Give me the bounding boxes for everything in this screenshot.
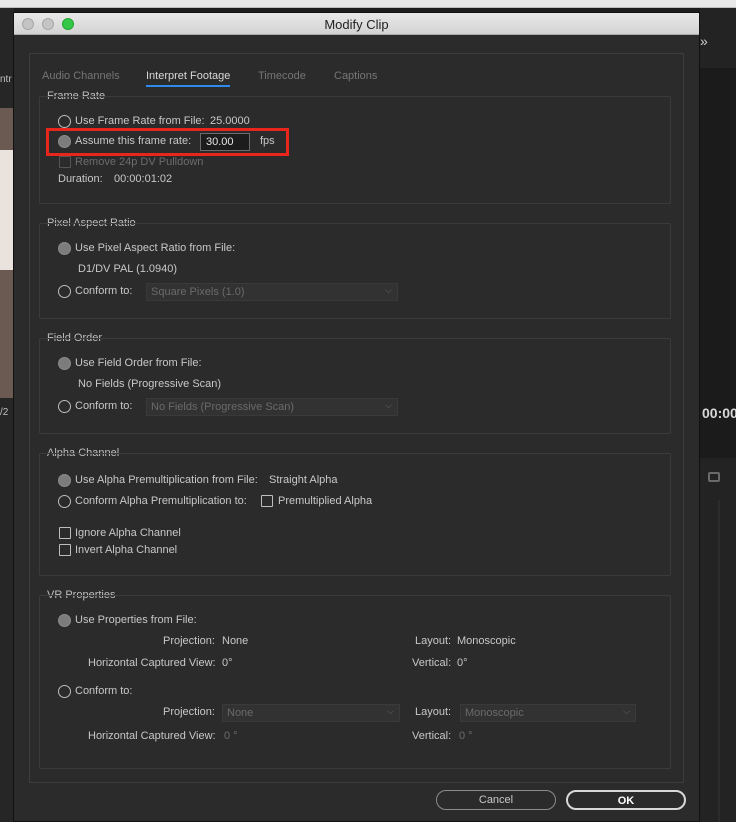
premultiplied-alpha-checkbox[interactable] <box>261 495 273 507</box>
use-alpha-from-file-label: Use Alpha Premultiplication from File: <box>75 474 258 486</box>
ok-button[interactable]: OK <box>566 790 686 810</box>
pixel-aspect-conform-radio[interactable] <box>58 285 71 298</box>
vr-conform-projection-select[interactable]: None ⌵ <box>222 704 400 722</box>
vr-conform-layout-label: Layout: <box>415 706 452 718</box>
vr-conform-vertical-value[interactable]: 0 ° <box>459 730 473 742</box>
chevron-down-icon: ⌵ <box>623 706 630 716</box>
background-program-monitor <box>700 68 736 458</box>
field-order-conform-radio[interactable] <box>58 400 71 413</box>
ignore-alpha-checkbox[interactable] <box>59 527 71 539</box>
background-timecode: 00:00 <box>702 405 736 421</box>
use-pixel-aspect-from-file-label: Use Pixel Aspect Ratio from File: <box>75 242 236 254</box>
invert-alpha-checkbox[interactable] <box>59 544 71 556</box>
file-frame-rate-value: 25.0000 <box>210 115 250 127</box>
duration-label: Duration: <box>58 173 103 185</box>
use-frame-rate-from-file-radio[interactable] <box>58 115 71 128</box>
background-timeline <box>700 500 736 822</box>
conform-alpha-radio[interactable] <box>58 495 71 508</box>
invert-alpha-label: Invert Alpha Channel <box>75 544 178 556</box>
tab-timecode[interactable]: Timecode <box>258 70 306 82</box>
tab-interpret-footage[interactable]: Interpret Footage <box>146 70 231 87</box>
vr-vertical-label: Vertical: <box>412 657 452 669</box>
vr-conform-hcv-label: Horizontal Captured View: <box>88 730 216 742</box>
tab-audio-channels[interactable]: Audio Channels <box>42 70 120 82</box>
vr-conform-hcv-value[interactable]: 0 ° <box>224 730 238 742</box>
premultiplied-alpha-label: Premultiplied Alpha <box>278 495 373 507</box>
remove-pulldown-checkbox[interactable] <box>59 156 71 168</box>
vr-hcv-label: Horizontal Captured View: <box>88 657 216 669</box>
vr-conform-layout-select[interactable]: Monoscopic ⌵ <box>460 704 636 722</box>
chevron-down-icon: ⌵ <box>385 285 392 295</box>
field-order-conform-select[interactable]: No Fields (Progressive Scan) ⌵ <box>146 398 398 416</box>
alpha-file-value: Straight Alpha <box>269 474 338 486</box>
duration-value: 00:00:01:02 <box>114 173 173 185</box>
remove-pulldown-label: Remove 24p DV Pulldown <box>75 156 204 168</box>
panel-overflow-chevron-icon[interactable]: » <box>700 33 708 49</box>
chevron-down-icon: ⌵ <box>385 400 392 410</box>
alpha-channel-group <box>39 453 671 576</box>
pixel-aspect-conform-label: Conform to: <box>75 285 133 297</box>
field-order-file-value: No Fields (Progressive Scan) <box>78 378 222 390</box>
modify-clip-dialog: Modify Clip Audio Channels Interpret Foo… <box>13 12 700 822</box>
vr-projection-value: None <box>222 635 249 647</box>
vr-conform-projection-label: Projection: <box>163 706 215 718</box>
dialog-titlebar: Modify Clip <box>14 13 699 35</box>
background-left-timecode: /2 <box>0 407 9 418</box>
vr-hcv-value: 0° <box>222 657 233 669</box>
cancel-button[interactable]: Cancel <box>436 790 556 810</box>
vr-use-from-file-radio[interactable] <box>58 614 71 627</box>
pixel-aspect-file-value: D1/DV PAL (1.0940) <box>78 263 178 275</box>
camera-icon[interactable] <box>708 472 720 482</box>
use-field-order-from-file-radio[interactable] <box>58 357 71 370</box>
use-alpha-from-file-radio[interactable] <box>58 474 71 487</box>
vr-conform-label: Conform to: <box>75 685 133 697</box>
vr-use-from-file-label: Use Properties from File: <box>75 614 197 626</box>
background-left-label: ntr <box>0 74 12 85</box>
tab-captions[interactable]: Captions <box>334 70 377 82</box>
pixel-aspect-conform-select[interactable]: Square Pixels (1.0) ⌵ <box>146 283 398 301</box>
dialog-title: Modify Clip <box>324 17 389 32</box>
vr-projection-label: Projection: <box>163 635 215 647</box>
ignore-alpha-label: Ignore Alpha Channel <box>75 527 181 539</box>
vr-conform-vertical-label: Vertical: <box>412 730 452 742</box>
vr-vertical-value: 0° <box>457 657 468 669</box>
active-tab-underline <box>146 85 231 87</box>
use-frame-rate-from-file-label: Use Frame Rate from File: <box>75 115 205 127</box>
vr-layout-value: Monoscopic <box>457 635 516 647</box>
vr-layout-label: Layout: <box>415 635 452 647</box>
background-window-strip <box>0 0 736 8</box>
field-order-conform-label: Conform to: <box>75 400 133 412</box>
use-field-order-from-file-label: Use Field Order from File: <box>75 357 202 369</box>
conform-alpha-label: Conform Alpha Premultiplication to: <box>75 495 247 507</box>
annotation-highlight-box <box>46 128 289 156</box>
background-video-highlight <box>0 150 14 270</box>
vr-conform-radio[interactable] <box>58 685 71 698</box>
chevron-down-icon: ⌵ <box>387 706 394 716</box>
use-pixel-aspect-from-file-radio[interactable] <box>58 242 71 255</box>
